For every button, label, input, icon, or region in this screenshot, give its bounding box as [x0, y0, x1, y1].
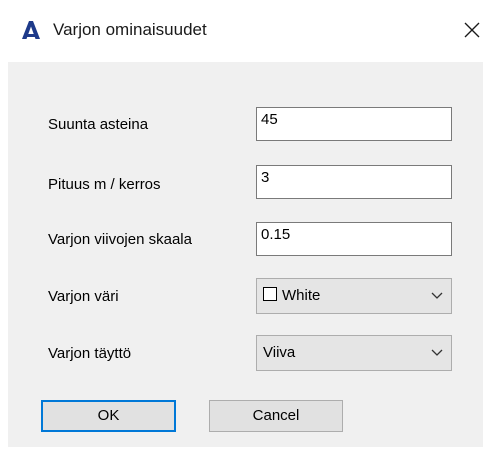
length-label: Pituus m / kerros [48, 176, 161, 193]
chevron-down-icon [431, 292, 443, 299]
autocad-a-icon [22, 21, 40, 39]
scale-input[interactable]: 0.15 [256, 222, 452, 256]
scale-label: Varjon viivojen skaala [48, 231, 192, 248]
color-value-text: White [282, 287, 321, 304]
direction-label: Suunta asteina [48, 116, 149, 133]
direction-input[interactable]: 45 [256, 107, 452, 141]
color-select[interactable]: White [256, 278, 452, 314]
close-button[interactable] [452, 12, 492, 48]
color-swatch [263, 287, 277, 301]
cancel-button[interactable]: Cancel [209, 400, 343, 432]
title-bar: Varjon ominaisuudet [0, 0, 499, 62]
fill-label: Varjon täyttö [48, 345, 132, 362]
fill-select-value: Viiva [263, 344, 296, 361]
fill-select[interactable]: Viiva [256, 335, 452, 371]
ok-button[interactable]: OK [41, 400, 176, 432]
dialog-body: Suunta asteina 45 Pituus m / kerros 3 Va… [8, 62, 483, 447]
chevron-down-icon [431, 349, 443, 356]
color-select-value: White [263, 286, 320, 306]
color-label: Varjon väri [48, 288, 119, 305]
length-input[interactable]: 3 [256, 165, 452, 199]
window-title: Varjon ominaisuudet [53, 20, 207, 39]
close-icon [464, 22, 480, 38]
